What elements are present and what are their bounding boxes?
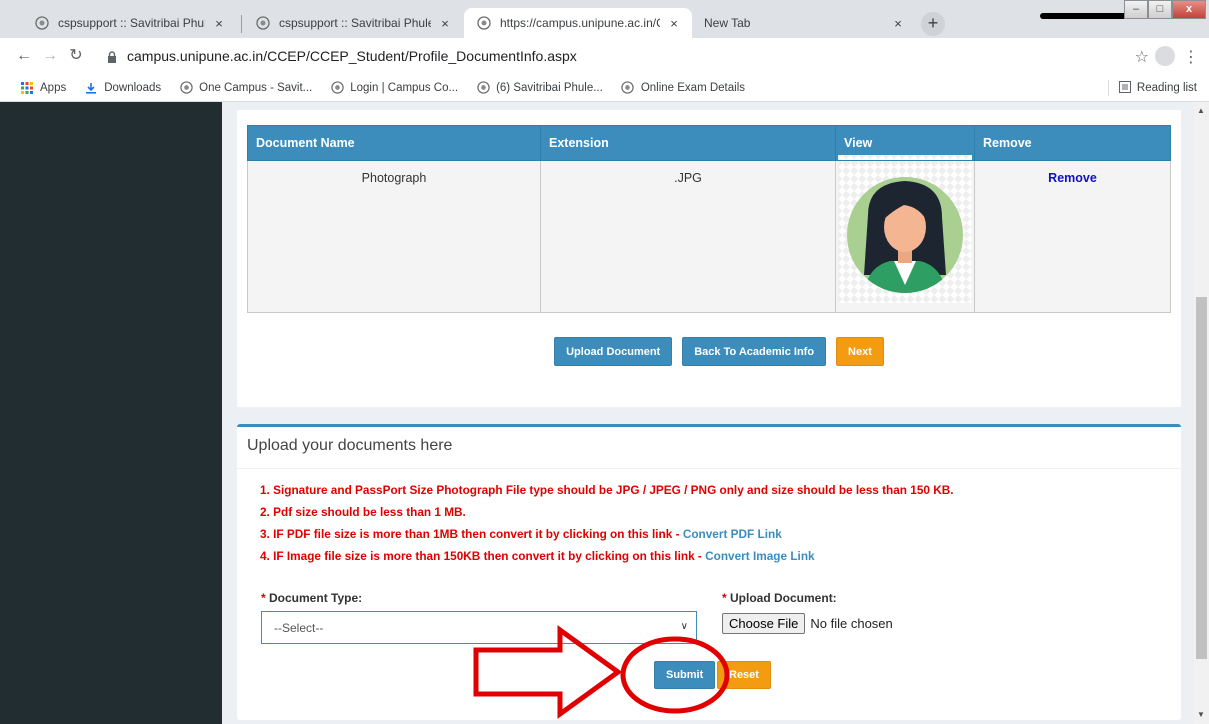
- submit-button[interactable]: Submit: [654, 661, 716, 689]
- menu-kebab-icon[interactable]: ⋮: [1183, 47, 1199, 67]
- upload-documents-box: Upload your documents here 1. Signature …: [237, 424, 1181, 720]
- choose-file-button[interactable]: Choose File: [722, 613, 806, 634]
- bookmark-label: Online Exam Details: [640, 81, 746, 94]
- instruction-item: 4. IF Image file size is more than 150KB…: [260, 549, 815, 563]
- remove-link[interactable]: Remove: [974, 160, 1171, 313]
- document-actions: Upload Document Back To Academic Info Ne…: [237, 337, 1181, 366]
- chevron-down-icon: ∨: [680, 621, 688, 632]
- file-status: No file chosen: [810, 616, 893, 631]
- divider: [1107, 80, 1109, 96]
- bookmark-label: Apps: [40, 81, 67, 94]
- minimize-button[interactable]: –: [1124, 0, 1148, 19]
- upload-document-label: * Upload Document:: [722, 591, 837, 605]
- browser-toolbar: ← → ↻ campus.unipune.ac.in/CCEP/CCEP_Stu…: [0, 38, 1209, 74]
- window-close-button[interactable]: x: [1172, 0, 1206, 19]
- university-seal-icon: [255, 15, 271, 31]
- app-sidebar: [0, 102, 222, 724]
- bookmark-login[interactable]: Login | Campus Co...: [330, 81, 458, 95]
- new-tab-button[interactable]: +: [921, 12, 945, 36]
- tab-separator: [241, 15, 242, 33]
- bookmark-label: One Campus - Savit...: [199, 81, 313, 94]
- bookmark-label: Login | Campus Co...: [350, 81, 459, 94]
- instruction-item: 2. Pdf size should be less than 1 MB.: [260, 505, 466, 519]
- bookmark-label: (6) Savitribai Phule...: [496, 81, 603, 94]
- reading-list-icon: [1118, 80, 1131, 96]
- university-seal-icon: [476, 81, 490, 95]
- document-type-select[interactable]: --Select-- ∨: [261, 611, 697, 644]
- col-remove: Remove: [974, 125, 1171, 161]
- bookmark-online-exam[interactable]: Online Exam Details: [621, 81, 745, 95]
- browser-tab-4[interactable]: New Tab ×: [692, 8, 916, 38]
- instruction-item: 3. IF PDF file size is more than 1MB the…: [260, 527, 782, 541]
- scroll-down-icon[interactable]: ▼: [1197, 710, 1205, 719]
- close-tab-icon[interactable]: ×: [666, 16, 682, 31]
- close-tab-icon[interactable]: ×: [437, 16, 453, 31]
- tab-title: cspsupport :: Savitribai Phule Pun: [58, 16, 205, 30]
- back-arrow-icon[interactable]: ←: [14, 46, 34, 66]
- bookmark-label: Downloads: [104, 81, 162, 94]
- table-row: Photograph .JPG Remove: [247, 155, 1171, 313]
- photograph-thumbnail[interactable]: [838, 155, 972, 303]
- upload-document-button[interactable]: Upload Document: [554, 337, 673, 366]
- bookmark-star-icon[interactable]: ☆: [1135, 47, 1149, 67]
- university-seal-icon: [621, 81, 635, 95]
- table-header-row: Document Name Extension View Remove: [247, 125, 1171, 161]
- reading-list-button[interactable]: Reading list: [1107, 80, 1197, 96]
- back-to-academic-info-button[interactable]: Back To Academic Info: [682, 337, 827, 366]
- tab-title: https://campus.unipune.ac.in/CC: [500, 16, 660, 30]
- bookmark-savitribai[interactable]: (6) Savitribai Phule...: [476, 81, 603, 95]
- browser-tab-active[interactable]: https://campus.unipune.ac.in/CC ×: [464, 8, 692, 38]
- reading-list-label: Reading list: [1136, 82, 1197, 94]
- tab-title: cspsupport :: Savitribai Phule Pun: [279, 16, 431, 30]
- close-tab-icon[interactable]: ×: [890, 16, 906, 31]
- download-icon: [84, 81, 98, 95]
- tab-title: New Tab: [704, 16, 751, 30]
- instruction-item: 1. Signature and PassPort Size Photograp…: [260, 483, 954, 497]
- scroll-up-icon[interactable]: ▲: [1197, 106, 1205, 115]
- university-seal-icon: [179, 81, 193, 95]
- tab-strip: cspsupport :: Savitribai Phule Pun × csp…: [0, 0, 1209, 38]
- apps-grid-icon: [20, 81, 34, 95]
- browser-tab-2[interactable]: cspsupport :: Savitribai Phule Pun ×: [243, 8, 463, 38]
- page-scrollbar[interactable]: ▲ ▼: [1194, 102, 1209, 724]
- section-title: Upload your documents here: [237, 427, 1181, 469]
- page-viewport: Document Name Extension View Remove Phot…: [0, 102, 1209, 724]
- bookmarks-bar: Apps Downloads One Campus - Savit... Log…: [0, 74, 1209, 102]
- url-text: campus.unipune.ac.in/CCEP/CCEP_Student/P…: [127, 48, 577, 64]
- reload-icon[interactable]: ↻: [66, 46, 86, 66]
- profile-avatar-icon[interactable]: [1155, 46, 1175, 66]
- document-type-label: * Document Type:: [261, 591, 363, 605]
- col-document-name: Document Name: [247, 125, 541, 161]
- extension-cell: .JPG: [540, 160, 836, 313]
- convert-pdf-link[interactable]: Convert PDF Link: [683, 527, 782, 541]
- maximize-button[interactable]: □: [1148, 0, 1172, 19]
- bookmark-apps[interactable]: Apps: [20, 81, 66, 95]
- bookmark-one-campus[interactable]: One Campus - Savit...: [179, 81, 312, 95]
- next-button[interactable]: Next: [836, 337, 884, 366]
- university-seal-icon: [34, 15, 50, 31]
- address-bar[interactable]: campus.unipune.ac.in/CCEP/CCEP_Student/P…: [95, 42, 1135, 70]
- file-input[interactable]: Choose File No file chosen: [722, 613, 893, 634]
- bookmark-downloads[interactable]: Downloads: [84, 81, 161, 95]
- col-extension: Extension: [540, 125, 836, 161]
- select-value: --Select--: [274, 621, 324, 635]
- university-seal-icon: [476, 15, 492, 31]
- reset-button[interactable]: Reset: [717, 661, 771, 689]
- convert-image-link[interactable]: Convert Image Link: [705, 549, 814, 563]
- view-cell: [835, 155, 975, 313]
- close-tab-icon[interactable]: ×: [211, 16, 227, 31]
- documents-table: Document Name Extension View Remove Phot…: [247, 125, 1171, 313]
- scrollbar-thumb[interactable]: [1196, 297, 1207, 659]
- browser-tab-1[interactable]: cspsupport :: Savitribai Phule Pun ×: [22, 8, 237, 38]
- document-name-cell: Photograph: [247, 160, 541, 313]
- university-seal-icon: [330, 81, 344, 95]
- instructions-list: 1. Signature and PassPort Size Photograp…: [237, 469, 1181, 567]
- forward-arrow-icon[interactable]: →: [40, 46, 60, 66]
- uploaded-documents-box: Document Name Extension View Remove Phot…: [237, 110, 1181, 407]
- lock-icon: [107, 50, 117, 63]
